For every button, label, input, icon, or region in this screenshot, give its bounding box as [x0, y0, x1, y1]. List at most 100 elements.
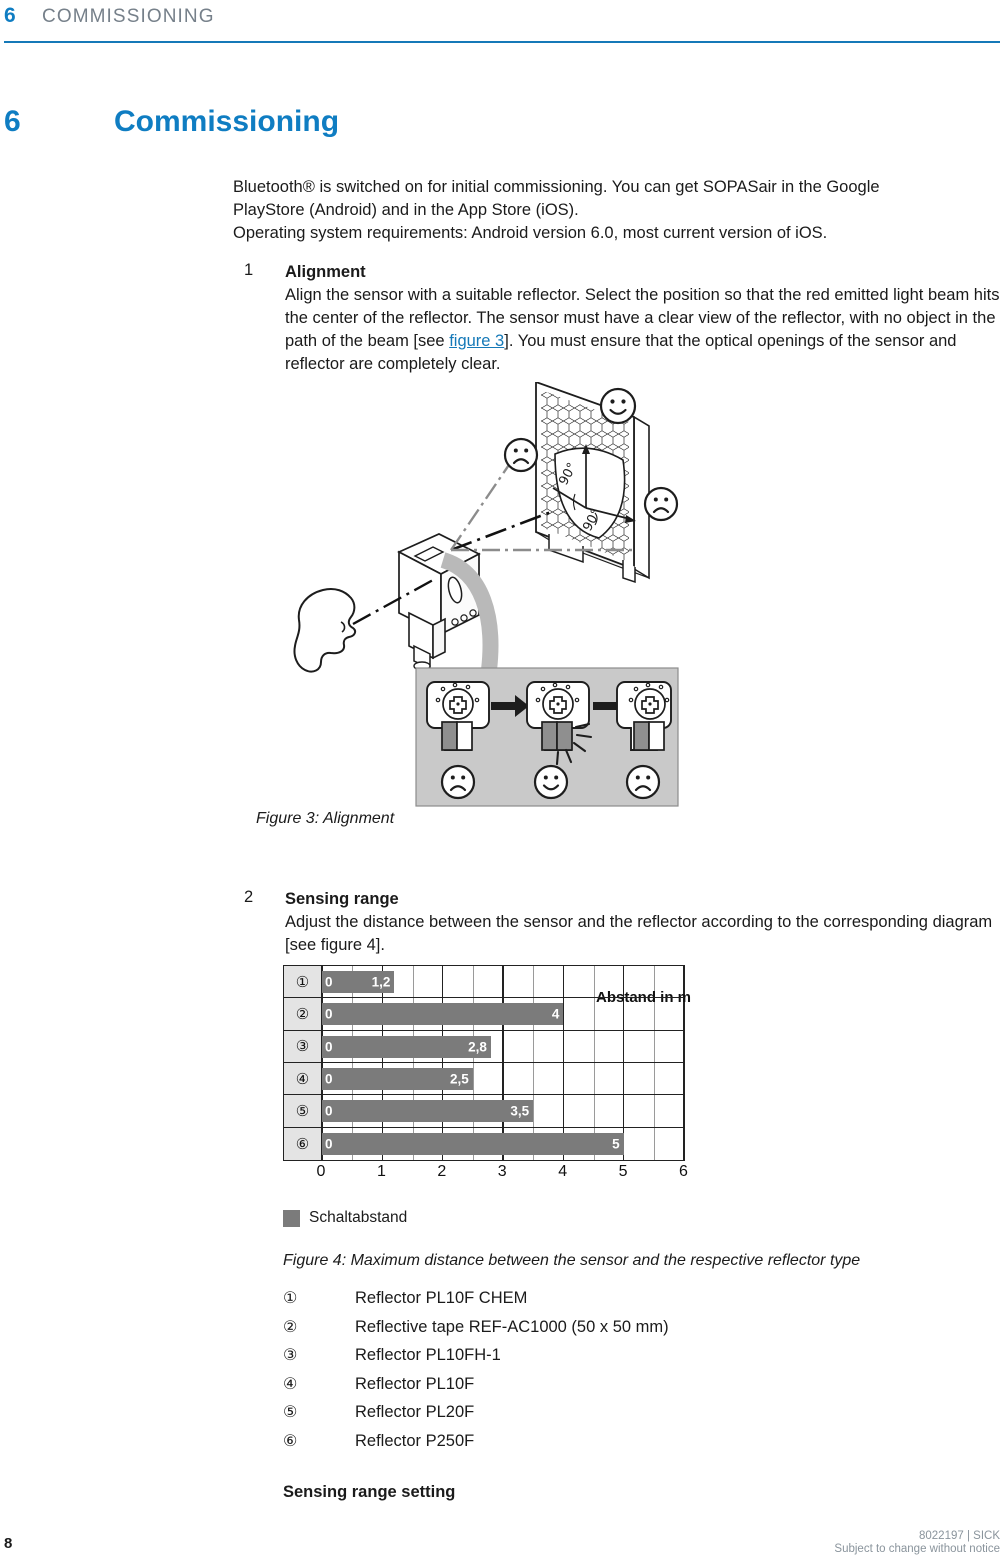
chart-category-marker: ⑤: [284, 1095, 321, 1128]
figure-4-key-marker: ①: [283, 1290, 298, 1307]
step-sensing-range-number: 2: [244, 888, 254, 906]
step-sensing-range-title: Sensing range: [285, 890, 399, 908]
chart-x-tick-label: 1: [376, 1163, 386, 1180]
chart-bar-value-label: 3,5: [510, 1103, 530, 1119]
header-chapter-number: 6: [4, 4, 17, 27]
chart-bar-row: 0 2,8: [322, 1031, 684, 1063]
chart-x-tick-label: 3: [497, 1163, 507, 1180]
step-alignment: 1 Alignment Align the sensor with a suit…: [233, 261, 1004, 376]
chart-category-marker: ⑥: [295, 1135, 310, 1153]
chart-bar-row: 04: [322, 998, 684, 1031]
sensor-body: [397, 533, 481, 671]
figure-4-key-item: ⑥ Reflector P250F: [283, 1431, 883, 1460]
teach-in-inset-panel: [415, 667, 679, 807]
footer-meta: 8022197 | SICK Subject to change without…: [834, 1530, 1000, 1556]
chart-bar-value-label: 4: [551, 1006, 560, 1022]
header-chapter-title: COMMISSIONING: [42, 6, 215, 27]
operator-head-icon: [293, 588, 357, 673]
chart-bar-row: 05: [322, 1128, 684, 1160]
face-sad-right-icon: [643, 486, 679, 522]
chart-x-tick-label: 0: [316, 1163, 326, 1180]
chart-bar-row: 0 1,2: [322, 966, 684, 999]
page-header: 6 COMMISSIONING: [0, 0, 1004, 46]
intro-line-2: PlayStore (Android) and in the App Store…: [233, 201, 579, 219]
figure-4-key-label: Reflector PL10F: [355, 1374, 475, 1393]
chart-x-tick-label: 6: [679, 1163, 688, 1180]
chart-bar: 0 1,2: [322, 971, 395, 993]
face-happy-icon: [599, 387, 637, 425]
chart-bar-start-label: 0: [325, 1006, 333, 1022]
figure-4-key-marker: ④: [283, 1375, 298, 1393]
step-alignment-text: Align the sensor with a suitable reflect…: [285, 284, 1004, 376]
inset-face-happy-icon: [533, 764, 569, 800]
chart-bar-start-label: 0: [325, 1136, 333, 1152]
figure-4-key-item: ⑤ Reflector PL20F: [283, 1402, 883, 1431]
figure-4-key-label: Reflector PL10F CHEM: [355, 1289, 528, 1307]
chart-bar-row: 0 3,5: [322, 1095, 684, 1128]
chart-category-marker: ②: [284, 998, 321, 1031]
figure-4-caption: Figure 4: Maximum distance between the s…: [283, 1252, 861, 1269]
chart-x-tick-label: 4: [558, 1163, 568, 1180]
chart-bar: 0 2,8: [322, 1035, 491, 1058]
page-footer: 8 8022197 | SICK Subject to change witho…: [0, 1514, 1004, 1560]
step-alignment-body: Alignment Align the sensor with a suitab…: [285, 261, 1004, 376]
chapter-title: Commissioning: [114, 105, 340, 138]
chart-bar-value-label: 2,5: [450, 1071, 469, 1087]
inset-face-sad-right-icon: [625, 764, 661, 800]
chart-x-axis-labels: 0 1 2 3 4 5 6: [283, 1163, 688, 1187]
figure-4-key-item: ② Reflective tape REF-AC1000 (50 x 50 mm): [283, 1317, 883, 1346]
chart-bar-start-label: 0: [325, 1103, 333, 1119]
chart-bar-value-label: 1,2: [371, 974, 391, 990]
legend-swatch-schaltabstand: [283, 1209, 300, 1227]
footer-doc-number: 8022197 | SICK: [919, 1530, 1000, 1542]
chart-category-marker: ③: [284, 1031, 321, 1063]
chart-x-tick-label: 2: [437, 1163, 447, 1180]
chart-category-marker: ①: [284, 966, 321, 999]
inset-face-sad-left-icon: [440, 764, 476, 800]
beam-misaligned-upper: [450, 455, 516, 551]
step-alignment-number: 1: [244, 261, 254, 279]
figure-3-illustration: 90° 90°: [283, 382, 703, 807]
chart-plot-area: ①②③④⑤⑥ 0 1,2 0 4 0 2,8 0 2,5 0 3,5 0 5: [283, 965, 685, 1161]
figure-4-key-marker: ③: [283, 1347, 298, 1364]
chart-category-marker: ④: [284, 1063, 321, 1096]
figure-4-key-label: Reflector PL10FH-1: [355, 1346, 501, 1364]
figure-4-chart: ①②③④⑤⑥ 0 1,2 0 4 0 2,8 0 2,5 0 3,5 0 5 0123456 Abst…: [283, 965, 693, 1227]
footer-disclaimer: Subject to change without notice: [834, 1543, 1000, 1555]
figure-4-key-marker: ②: [283, 1318, 298, 1336]
page-number: 8: [4, 1535, 13, 1552]
intro-line-1: Bluetooth® is switched on for initial co…: [233, 178, 880, 196]
intro-line-3: Operating system requirements: Android v…: [233, 224, 828, 242]
chart-bar: 0 3,5: [322, 1100, 534, 1123]
chart-bar: 04: [322, 1003, 564, 1026]
figure-4-key-list: ① Reflector PL10F CHEM ② Reflective tape RE…: [283, 1288, 883, 1459]
figure-4-key-marker: ⑤: [283, 1404, 298, 1421]
chart-bar: 0 2,5: [322, 1067, 473, 1090]
step-sensing-range: 2 Sensing range Adjust the distance betw…: [233, 888, 1004, 957]
figure-4-key-marker: ⑥: [283, 1432, 298, 1450]
chart-legend: Schaltabstand: [283, 1209, 407, 1227]
chart-bar-value-label: 2,8: [468, 1039, 487, 1055]
figure-4-key-label: Reflector PL20F: [355, 1403, 475, 1421]
figure-4-key-item: ④ Reflector PL10F: [283, 1374, 883, 1403]
step-sensing-range-body: Sensing range Adjust the distance betwee…: [285, 888, 1004, 957]
chart-bar-value-label: 5: [612, 1136, 620, 1152]
chart-bars-container: 0 1,2 0 4 0 2,8 0 2,5 0 3,5 0 5: [321, 966, 685, 1160]
sensing-range-setting-heading: Sensing range setting: [283, 1483, 456, 1501]
chapter-number: 6: [4, 105, 21, 138]
chart-bar-start-label: 0: [325, 1039, 333, 1055]
chart-x-tick-label: 5: [618, 1163, 628, 1180]
figure-4-key-item: ① Reflector PL10F CHEM: [283, 1288, 883, 1317]
figure-3-xref-link[interactable]: figure 3: [449, 332, 504, 350]
legend-label-schaltabstand: Schaltabstand: [309, 1209, 408, 1226]
figure-4-key-item: ③ Reflector PL10FH-1: [283, 1345, 883, 1374]
chart-bar-start-label: 0: [325, 1071, 333, 1087]
chart-bar-start-label: 0: [325, 974, 333, 990]
header-divider: [4, 41, 1000, 43]
chart-category-axis: ①②③④⑤ ⑥: [284, 966, 322, 1160]
page-title: 6 Commissioning: [0, 105, 1004, 151]
figure-3-caption: Figure 3: Alignment: [256, 810, 395, 827]
chart-bar: 05: [322, 1132, 624, 1155]
step-sensing-range-text: Adjust the distance between the sensor a…: [285, 913, 993, 954]
step-alignment-title: Alignment: [285, 263, 366, 281]
